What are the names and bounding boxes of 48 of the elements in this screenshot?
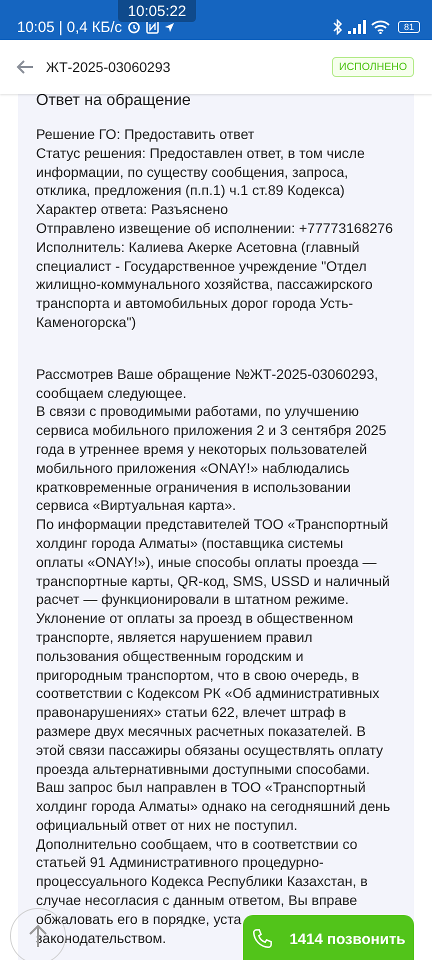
answer-text: В связи с проводимыми работами, по улучшению <box>36 402 359 422</box>
answer-text: официальный ответ от них не поступил. <box>36 816 298 835</box>
answer-text: обжаловать его в порядке, уста <box>36 910 242 929</box>
answer-text: расчет — функционировали в штатном режиме. <box>36 590 349 610</box>
answer-text: Исполнитель: Калиева Акерке Асетовна (главный <box>36 238 360 257</box>
answer-text: пользования общественным городским и <box>36 646 304 666</box>
answer-text: статьей 91 Административного процедурно- <box>36 853 324 872</box>
answer-text: сервиса «Виртуальная карта». <box>36 496 236 516</box>
answer-text: Рассмотрев Ваше обращение №ЖТ-2025-03060293, <box>36 364 378 384</box>
answer-text: Характер ответа: Разъяснено <box>36 200 228 219</box>
answer-text: года в утреннее время у некоторых пользователей <box>36 440 368 459</box>
answer-text: сообщаем следующее. <box>36 384 186 402</box>
answer-text: транспорта и автомобильных дорог города Усть- <box>36 294 354 313</box>
card-heading: Ответ на обращение <box>36 94 192 108</box>
answer-text: Ваш запрос был направлен в ТОО «Транспортный <box>36 778 366 798</box>
call-button[interactable]: 1414 позвонить <box>243 915 414 960</box>
answer-text: мобильного приложения «ONAY!» наблюдались <box>36 458 350 478</box>
answer-text: проезда альтернативными доступными способами. <box>36 760 370 778</box>
answer-text: отклика, предложения (п.п.1) ч.1 ст.89 Кодекса) <box>36 181 345 200</box>
answer-text: этой связи пассажиры обязаны осуществлять оплату <box>36 740 384 760</box>
request-number: ЖТ-2025-03060293 <box>46 59 170 75</box>
answer-text: Каменогорска") <box>36 312 136 332</box>
answer-text: законодательством. <box>36 928 166 948</box>
answer-text: информации, по существу сообщения, запроса, <box>36 162 348 182</box>
answer-text: По информации представителей ТОО «Транспортный <box>36 515 388 534</box>
answer-text: Решение ГО: Предоставить ответ <box>36 125 254 144</box>
battery-indicator: 81 <box>398 21 420 33</box>
answer-text: размере двух месячных расчетных показателей. В <box>36 722 366 741</box>
time-tooltip: 10:05:22 <box>118 0 196 22</box>
status-badge: ИСПОЛНЕНО <box>332 57 414 77</box>
answer-text: процессуального Кодекса Республики Казахстан, в <box>36 872 368 892</box>
answer-text: жилищно-коммунального хозяйства, пассажирского <box>36 275 373 294</box>
answer-text: Дополнительно сообщаем, что в соответствии со <box>36 834 358 854</box>
answer-text: сервиса мобильного приложения 2 и 3 сентября 2025 <box>36 421 386 440</box>
answer-text: правонарушениях» статьи 622, влечет штраф в <box>36 703 346 722</box>
answer-text: оплаты «ONAY!»), иные способы оплаты проезда — <box>36 552 376 572</box>
answer-text: холдинг города Алматы» (поставщика системы <box>36 534 344 553</box>
answer-text: транспортные карты, QR-код, SMS, USSD и наличный <box>36 572 390 590</box>
answer-text: холдинг города Алматы» однако на сегодняшний день <box>36 797 390 816</box>
answer-text: соответствии с Кодексом РК «Об административных <box>36 684 380 704</box>
answer-text: Отправлено извещение об исполнении: +77773168276 <box>36 218 393 238</box>
answer-text: пригородным транспортом, что в свою очередь, в <box>36 666 360 684</box>
answer-text: Уклонение от оплаты за проезд в общественном <box>36 609 354 628</box>
answer-text: транспорте, является нарушением правил <box>36 628 312 647</box>
answer-text: специалист - Государственное учреждение "Отдел <box>36 256 367 276</box>
answer-text: Статус решения: Предоставлен ответ, в том числе <box>36 144 365 163</box>
answer-text: кратковременные ограничения в использовании <box>36 478 351 496</box>
answer-text: случае несогласия с данным ответом, Вы вправе <box>36 891 358 910</box>
